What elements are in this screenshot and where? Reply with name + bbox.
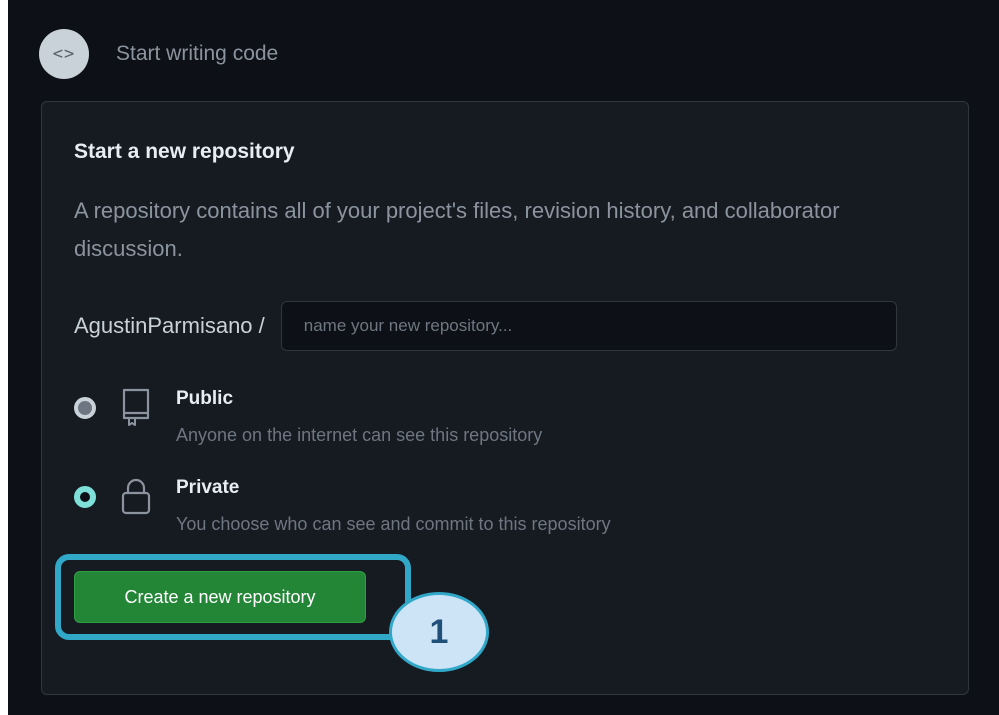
private-option-title: Private xyxy=(176,477,240,498)
repository-name-input[interactable] xyxy=(280,301,897,351)
create-repository-button[interactable]: Create a new repository xyxy=(74,571,366,623)
owner-label: AgustinParmisano / xyxy=(74,313,265,338)
lock-icon xyxy=(121,478,151,515)
public-option-title: Public xyxy=(176,388,234,409)
visibility-option-public[interactable]: Public Anyone on the internet can see th… xyxy=(74,387,542,447)
card-title: Start a new repository xyxy=(74,140,295,163)
public-option-text: Public Anyone on the internet can see th… xyxy=(176,387,542,447)
step-number-badge: 1 xyxy=(389,592,489,672)
private-option-text: Private You choose who can see and commi… xyxy=(176,476,611,536)
code-brackets-icon: <> xyxy=(39,29,89,79)
header-title: Start writing code xyxy=(116,42,279,65)
start-writing-code-header: <> Start writing code xyxy=(39,29,278,79)
repo-icon xyxy=(122,388,150,426)
card-description: A repository contains all of your projec… xyxy=(74,198,840,261)
public-radio[interactable] xyxy=(74,397,96,419)
screen: <> Start writing code Start a new reposi… xyxy=(8,0,999,715)
owner-row: AgustinParmisano / xyxy=(74,301,897,351)
private-radio[interactable] xyxy=(74,486,96,508)
public-option-description: Anyone on the internet can see this repo… xyxy=(176,425,543,445)
visibility-option-private[interactable]: Private You choose who can see and commi… xyxy=(74,476,611,536)
private-option-description: You choose who can see and commit to thi… xyxy=(176,514,611,534)
new-repository-card: Start a new repository A repository cont… xyxy=(41,101,969,695)
